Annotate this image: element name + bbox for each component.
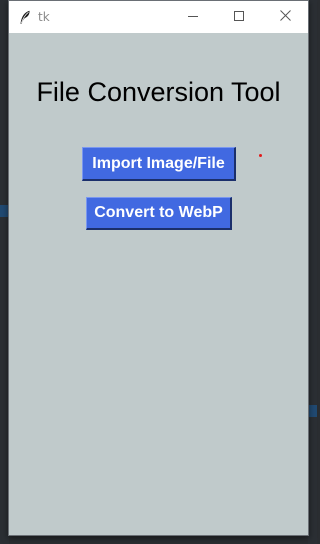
close-icon [279,8,291,26]
maximize-button[interactable] [216,1,262,33]
feather-icon [18,9,32,25]
convert-to-webp-button[interactable]: Convert to WebP [86,197,232,230]
close-button[interactable] [262,1,308,33]
title-bar[interactable]: tk [9,1,308,33]
maximize-icon [234,8,244,26]
window-title: tk [38,10,50,24]
tk-window: tk File Conversion Tool Import Image/Fil… [8,0,309,536]
minimize-icon [188,8,198,26]
import-file-button[interactable]: Import Image/File [82,147,236,181]
window-client-area: File Conversion Tool Import Image/File C… [9,33,308,535]
window-controls [170,1,308,33]
background-app-right-edge [308,0,317,544]
status-indicator-dot [259,154,262,157]
minimize-button[interactable] [170,1,216,33]
page-title: File Conversion Tool [36,77,281,107]
background-selection-highlight [308,405,317,417]
